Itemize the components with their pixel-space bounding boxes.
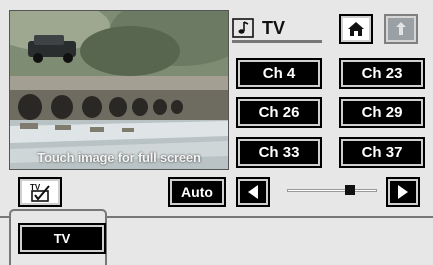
channel-preset-label: Ch 4 — [262, 65, 296, 82]
auto-tune-button[interactable]: Auto — [168, 177, 226, 207]
channel-preset-button[interactable]: Ch 37 — [339, 137, 425, 168]
return-arrow-icon — [396, 22, 406, 35]
source-title: TV — [262, 18, 286, 38]
tuning-slider[interactable] — [287, 184, 377, 196]
video-preview-image — [10, 11, 228, 169]
source-tab: TV — [232, 12, 322, 46]
triangle-right-icon — [398, 185, 408, 199]
home-icon — [348, 22, 364, 36]
channel-preset-label: Ch 37 — [361, 144, 403, 161]
channel-preset-button[interactable]: Ch 29 — [339, 97, 425, 128]
tune-up-button[interactable] — [386, 177, 420, 207]
tv-select-button[interactable]: TV — [18, 177, 62, 207]
tv-screen: Touch image for full screen TV Ch 4 Ch 2… — [0, 0, 433, 265]
tab-strip-divider — [0, 216, 9, 218]
tuning-slider-thumb[interactable] — [345, 185, 355, 195]
tuning-slider-track — [287, 189, 377, 192]
channel-preset-button[interactable]: Ch 26 — [236, 97, 322, 128]
channel-preset-label: Ch 33 — [258, 144, 300, 161]
channel-preset-label: Ch 26 — [258, 104, 300, 121]
channel-preset-button[interactable]: Ch 23 — [339, 58, 425, 89]
back-button[interactable] — [384, 14, 418, 44]
home-button[interactable] — [339, 14, 373, 44]
video-preview[interactable]: Touch image for full screen — [9, 10, 229, 170]
music-note-icon — [232, 18, 254, 38]
tune-down-button[interactable] — [236, 177, 270, 207]
auto-tune-label: Auto — [181, 184, 213, 200]
full-screen-hint: Touch image for full screen — [37, 150, 201, 165]
tab-strip-divider — [107, 216, 433, 218]
channel-preset-button[interactable]: Ch 33 — [236, 137, 322, 168]
tv-checkbox-icon: TV — [30, 183, 50, 202]
tab-tv-label: TV — [53, 231, 71, 246]
channel-preset-label: Ch 29 — [361, 104, 403, 121]
source-tab-underline — [232, 40, 322, 43]
tab-tv[interactable]: TV — [18, 223, 106, 254]
triangle-left-icon — [248, 185, 258, 199]
channel-preset-button[interactable]: Ch 4 — [236, 58, 322, 89]
channel-preset-label: Ch 23 — [361, 65, 403, 82]
